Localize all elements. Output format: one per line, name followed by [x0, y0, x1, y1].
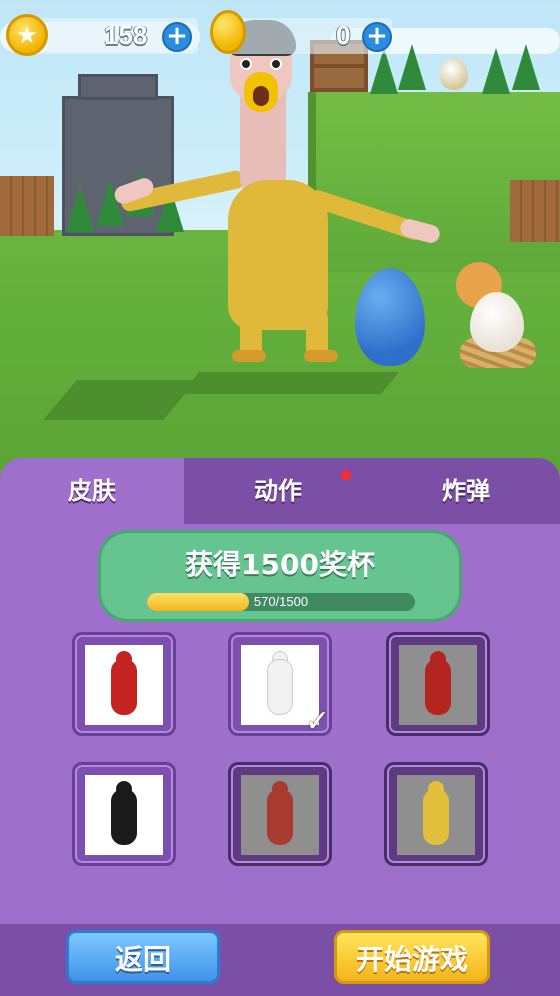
tab-bar: 皮肤 动作 炸弹 [0, 458, 560, 524]
wooden-fence [0, 176, 54, 236]
skin-slot-locked[interactable] [228, 762, 332, 866]
skin-body [111, 789, 137, 845]
notification-dot [341, 470, 351, 480]
skin-slot[interactable] [72, 632, 176, 736]
skin-body [425, 659, 451, 715]
skin-preview [397, 775, 475, 855]
add-trophies-button[interactable]: + [162, 22, 192, 52]
goal-progress-bar: 570/1500 [147, 593, 415, 611]
pine-tree [66, 186, 94, 232]
skin-preview [85, 775, 163, 855]
start-game-button[interactable]: 开始游戏 [334, 930, 490, 984]
skin-grid: ✓ [0, 628, 560, 928]
tab-skins[interactable]: 皮肤 [0, 458, 184, 524]
game-scene [0, 0, 560, 470]
skin-slot[interactable] [72, 762, 176, 866]
skin-preview [241, 775, 319, 855]
pine-tree [482, 48, 510, 94]
chicken-body [228, 180, 328, 330]
coin-count: 0 [336, 20, 351, 50]
tab-actions[interactable]: 动作 [184, 458, 372, 524]
decorated-egg [470, 292, 524, 352]
ground-shadow [180, 372, 400, 394]
skin-preview [399, 645, 477, 725]
back-button[interactable]: 返回 [66, 930, 220, 984]
trophy-goal-card: 获得1500奖杯 570/1500 [98, 530, 462, 622]
chicken-foot [304, 350, 338, 362]
tab-bombs[interactable]: 炸弹 [372, 458, 560, 524]
star-icon: ★ [6, 14, 48, 56]
wooden-fence-right [510, 180, 560, 242]
chicken-eye [240, 58, 252, 70]
chicken-foot [232, 350, 266, 362]
chicken-eye [270, 58, 282, 70]
skin-body [423, 789, 449, 845]
skin-slot-locked[interactable] [384, 762, 488, 866]
skin-body [267, 659, 293, 715]
skin-slot-locked[interactable] [386, 632, 490, 736]
check-icon: ✓ [305, 704, 331, 739]
skin-slot-selected[interactable]: ✓ [228, 632, 332, 739]
goal-title: 获得1500奖杯 [185, 548, 375, 581]
skin-body [111, 659, 137, 715]
pine-tree [512, 44, 540, 90]
skin-preview [85, 645, 163, 725]
customization-panel: 皮肤 动作 炸弹 获得1500奖杯 570/1500 ✓ 返回 开始游戏 [0, 458, 560, 996]
skin-body [267, 789, 293, 845]
add-coins-button[interactable]: + [362, 22, 392, 52]
gold-coin-icon [210, 10, 246, 54]
trophy-count: 158 [104, 20, 148, 50]
right-hand [398, 217, 442, 245]
goal-progress-text: 570/1500 [253, 594, 309, 609]
footer-bar: 返回 开始游戏 [0, 924, 560, 996]
chicken-beak [244, 72, 278, 112]
